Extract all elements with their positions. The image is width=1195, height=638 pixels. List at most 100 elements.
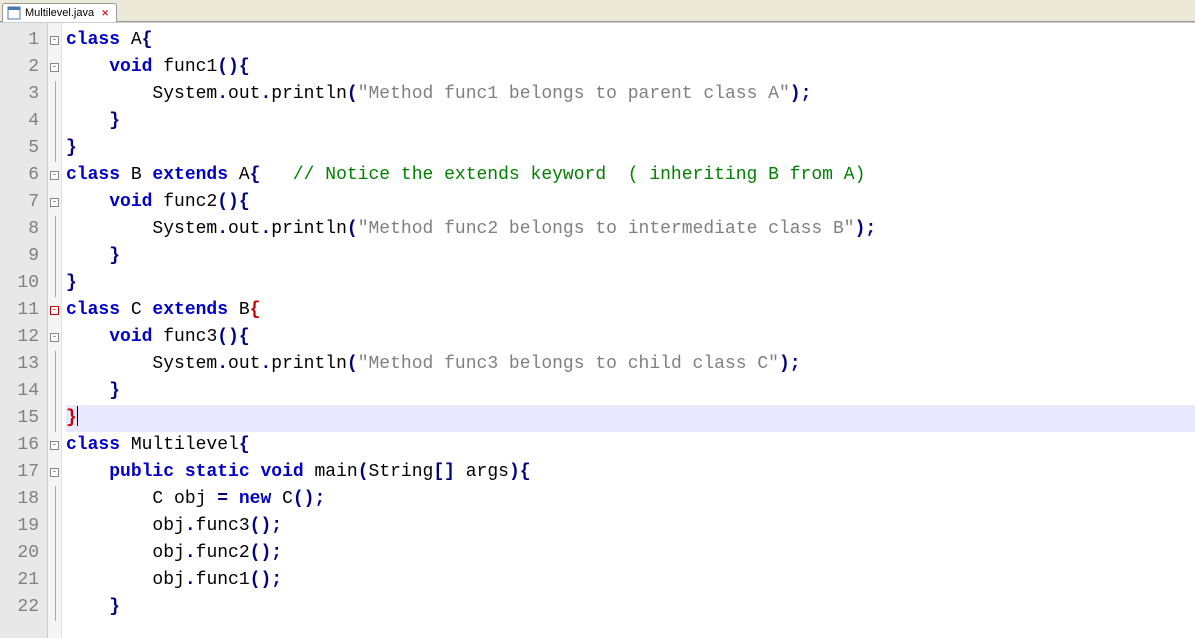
fold-cell[interactable] bbox=[48, 270, 61, 297]
code-editor[interactable]: 12345678910111213141516171819202122 ----… bbox=[0, 22, 1195, 638]
code-line[interactable]: } bbox=[66, 405, 1195, 432]
fold-cell[interactable] bbox=[48, 567, 61, 594]
code-token: (); bbox=[250, 570, 282, 590]
line-number: 17 bbox=[12, 459, 39, 486]
code-line[interactable]: } bbox=[66, 135, 1195, 162]
code-token: args bbox=[455, 462, 509, 482]
fold-cell[interactable] bbox=[48, 513, 61, 540]
fold-cell[interactable]: - bbox=[48, 459, 61, 486]
code-line[interactable]: void func2(){ bbox=[66, 189, 1195, 216]
code-token: { bbox=[250, 165, 261, 185]
fold-cell[interactable]: - bbox=[48, 189, 61, 216]
fold-cell[interactable]: - bbox=[48, 432, 61, 459]
code-token: "Method func1 belongs to parent class A" bbox=[358, 84, 790, 104]
code-token: func3 bbox=[152, 327, 217, 347]
close-icon[interactable]: ✕ bbox=[100, 8, 110, 18]
code-token: C obj bbox=[66, 489, 217, 509]
fold-cell[interactable] bbox=[48, 378, 61, 405]
code-token: . bbox=[217, 354, 228, 374]
fold-cell[interactable] bbox=[48, 351, 61, 378]
code-line[interactable]: obj.func1(); bbox=[66, 567, 1195, 594]
code-area[interactable]: class A{ void func1(){ System.out.printl… bbox=[62, 23, 1195, 638]
code-line[interactable]: } bbox=[66, 270, 1195, 297]
code-line[interactable]: obj.func3(); bbox=[66, 513, 1195, 540]
fold-cell[interactable] bbox=[48, 108, 61, 135]
code-line[interactable]: void func1(){ bbox=[66, 54, 1195, 81]
code-token bbox=[228, 489, 239, 509]
code-token: void bbox=[109, 192, 152, 212]
line-number: 21 bbox=[12, 567, 39, 594]
code-token: { bbox=[239, 435, 250, 455]
fold-toggle-icon[interactable]: - bbox=[50, 63, 59, 72]
code-token: . bbox=[260, 84, 271, 104]
fold-cell[interactable] bbox=[48, 405, 61, 432]
code-token bbox=[66, 381, 109, 401]
code-token: public bbox=[109, 462, 174, 482]
line-number: 4 bbox=[12, 108, 39, 135]
code-token: . bbox=[185, 543, 196, 563]
code-token: "Method func3 belongs to child class C" bbox=[358, 354, 779, 374]
code-line[interactable]: public static void main(String[] args){ bbox=[66, 459, 1195, 486]
tab-bar: Multilevel.java ✕ bbox=[0, 0, 1195, 22]
code-line[interactable]: class B extends A{ // Notice the extends… bbox=[66, 162, 1195, 189]
code-line[interactable]: } bbox=[66, 594, 1195, 621]
code-line[interactable]: void func3(){ bbox=[66, 324, 1195, 351]
fold-cell[interactable] bbox=[48, 540, 61, 567]
code-token bbox=[66, 597, 109, 617]
fold-toggle-icon[interactable]: - bbox=[50, 441, 59, 450]
fold-cell[interactable] bbox=[48, 135, 61, 162]
fold-toggle-icon[interactable]: - bbox=[50, 306, 59, 315]
tab-file[interactable]: Multilevel.java ✕ bbox=[2, 3, 117, 22]
code-token: "Method func2 belongs to intermediate cl… bbox=[358, 219, 855, 239]
fold-cell[interactable]: - bbox=[48, 297, 61, 324]
code-line[interactable]: class C extends B{ bbox=[66, 297, 1195, 324]
fold-cell[interactable]: - bbox=[48, 54, 61, 81]
fold-toggle-icon[interactable]: - bbox=[50, 333, 59, 342]
code-line[interactable]: obj.func2(); bbox=[66, 540, 1195, 567]
code-token: (){ bbox=[217, 57, 249, 77]
line-number: 2 bbox=[12, 54, 39, 81]
line-number: 20 bbox=[12, 540, 39, 567]
code-token: . bbox=[260, 354, 271, 374]
code-token: println bbox=[271, 84, 347, 104]
code-line[interactable]: } bbox=[66, 378, 1195, 405]
fold-cell[interactable] bbox=[48, 81, 61, 108]
code-token bbox=[66, 192, 109, 212]
line-number: 9 bbox=[12, 243, 39, 270]
code-token: ( bbox=[347, 219, 358, 239]
code-token: ){ bbox=[509, 462, 531, 482]
code-line[interactable]: class A{ bbox=[66, 27, 1195, 54]
code-token: println bbox=[271, 219, 347, 239]
code-token: ( bbox=[347, 84, 358, 104]
code-token: A bbox=[228, 165, 250, 185]
code-token: extends bbox=[152, 300, 228, 320]
code-token: class bbox=[66, 300, 120, 320]
code-token: static bbox=[185, 462, 250, 482]
code-line[interactable]: System.out.println("Method func2 belongs… bbox=[66, 216, 1195, 243]
fold-toggle-icon[interactable]: - bbox=[50, 198, 59, 207]
fold-cell[interactable] bbox=[48, 216, 61, 243]
code-line[interactable]: System.out.println("Method func3 belongs… bbox=[66, 351, 1195, 378]
tab-filename: Multilevel.java bbox=[25, 7, 94, 19]
code-line[interactable]: C obj = new C(); bbox=[66, 486, 1195, 513]
code-line[interactable]: System.out.println("Method func1 belongs… bbox=[66, 81, 1195, 108]
code-token: ( bbox=[347, 354, 358, 374]
code-token: String bbox=[369, 462, 434, 482]
fold-toggle-icon[interactable]: - bbox=[50, 468, 59, 477]
fold-cell[interactable]: - bbox=[48, 162, 61, 189]
code-token: Multilevel bbox=[120, 435, 239, 455]
fold-cell[interactable]: - bbox=[48, 324, 61, 351]
fold-toggle-icon[interactable]: - bbox=[50, 171, 59, 180]
fold-cell[interactable]: - bbox=[48, 27, 61, 54]
code-line[interactable]: class Multilevel{ bbox=[66, 432, 1195, 459]
code-line[interactable]: } bbox=[66, 243, 1195, 270]
fold-column[interactable]: - - - - - - - - bbox=[48, 23, 62, 638]
line-number: 11 bbox=[12, 297, 39, 324]
fold-cell[interactable] bbox=[48, 594, 61, 621]
code-token: ); bbox=[855, 219, 877, 239]
fold-cell[interactable] bbox=[48, 486, 61, 513]
code-token: } bbox=[66, 273, 77, 293]
fold-toggle-icon[interactable]: - bbox=[50, 36, 59, 45]
code-line[interactable]: } bbox=[66, 108, 1195, 135]
fold-cell[interactable] bbox=[48, 243, 61, 270]
